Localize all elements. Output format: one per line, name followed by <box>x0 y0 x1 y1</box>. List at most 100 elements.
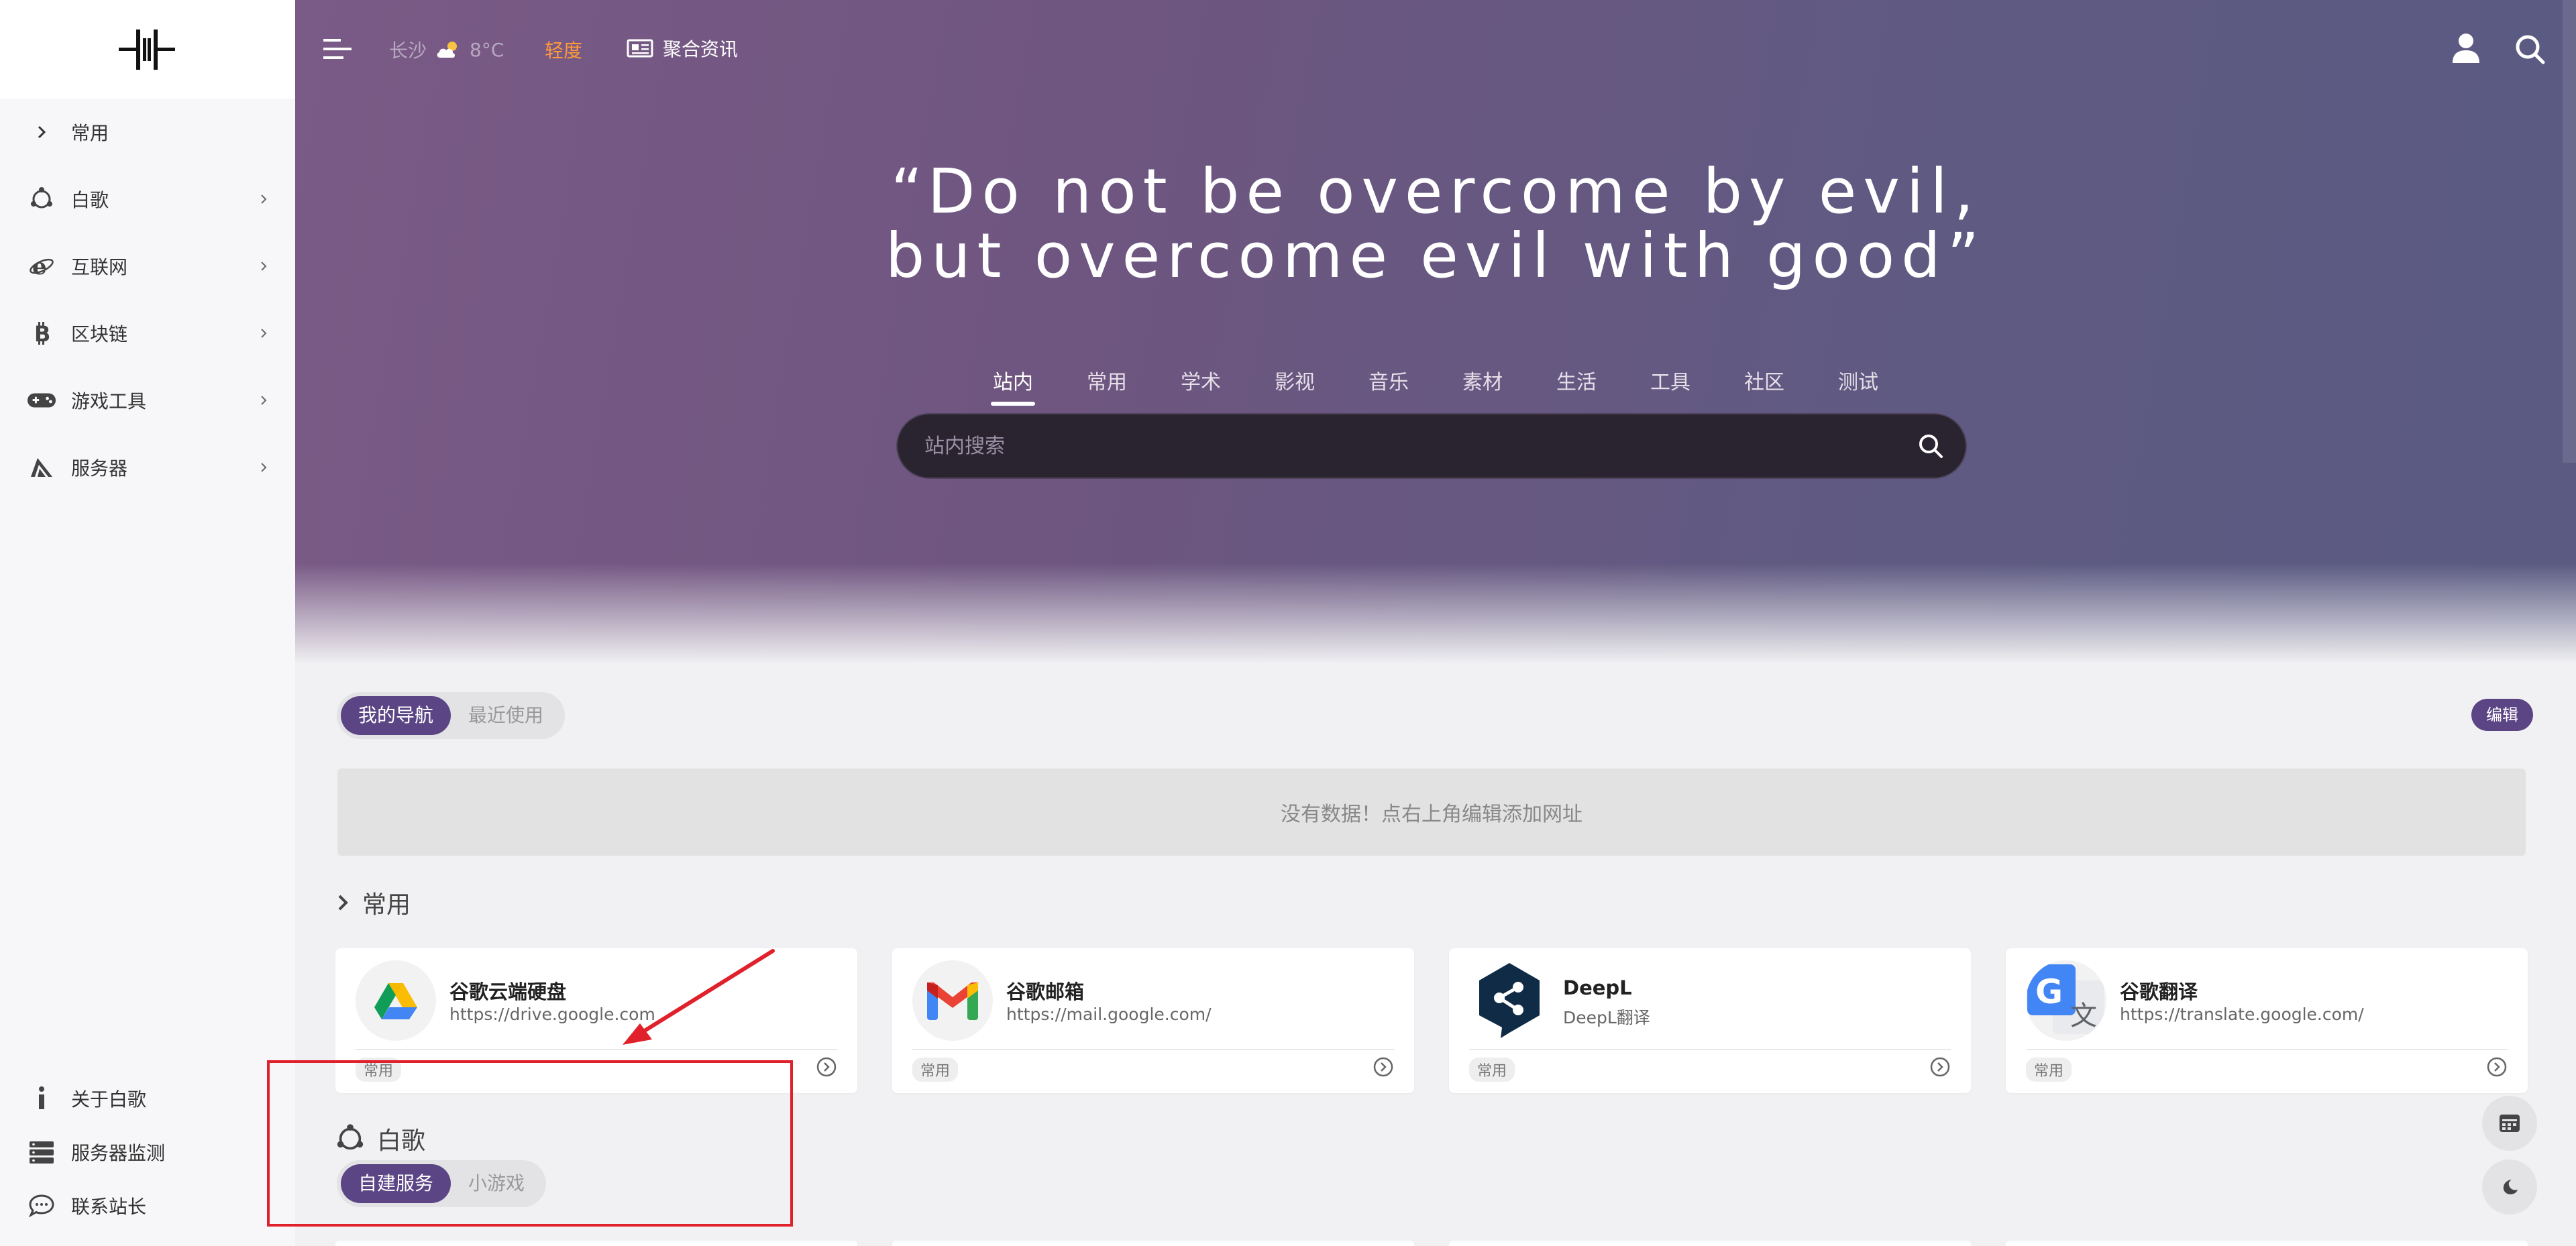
card-peek <box>892 1241 1414 1246</box>
tab-shenghuo[interactable]: 生活 <box>1529 365 1623 406</box>
hero-quote-line-1: “Do not be overcome by evil, <box>890 156 1981 227</box>
section-title-baige: 白歌 <box>334 1121 425 1156</box>
site-url: https://mail.google.com/ <box>1006 1005 1212 1024</box>
section-title-text: 白歌 <box>377 1127 426 1155</box>
site-card-gmail[interactable]: 谷歌邮箱 https://mail.google.com/ 常用 <box>892 948 1414 1093</box>
site-tag[interactable]: 常用 <box>1469 1058 1515 1082</box>
site-tag[interactable]: 常用 <box>2026 1058 2072 1082</box>
menu-toggle-icon[interactable] <box>323 38 352 60</box>
baige-tab-group: 自建服务 小游戏 <box>337 1160 547 1207</box>
newspaper-icon <box>627 39 653 58</box>
google-drive-icon <box>356 960 436 1041</box>
server-rack-icon <box>27 1137 56 1167</box>
chevron-right-icon <box>261 396 267 405</box>
sidebar-item-internet[interactable]: e 互联网 <box>0 233 295 300</box>
tab-my-nav[interactable]: 我的导航 <box>341 696 451 735</box>
main-content: 我的导航 最近使用 编辑 没有数据！点右上角编辑添加网址 常用 谷歌云端硬盘 h… <box>295 664 2576 1246</box>
calendar-button[interactable] <box>2482 1096 2537 1151</box>
sidebar-item-label: 互联网 <box>71 256 128 278</box>
hero-banner: 长沙 8°C 轻度 聚合资讯 “Do not be overcome by ev… <box>295 0 2576 664</box>
tab-sucai[interactable]: 素材 <box>1436 365 1529 406</box>
site-name: DeepL <box>1563 976 1632 999</box>
info-icon <box>27 1084 56 1113</box>
sidebar-item-label: 联系站长 <box>71 1196 147 1218</box>
tab-zhannei[interactable]: 站内 <box>966 365 1060 406</box>
weather-temperature: 8°C <box>470 38 504 61</box>
tab-shequ[interactable]: 社区 <box>1717 365 1811 406</box>
site-card-google-translate[interactable]: G 文 谷歌翻译 https://translate.google.com/ 常… <box>2006 948 2528 1093</box>
site-card-google-drive[interactable]: 谷歌云端硬盘 https://drive.google.com 常用 <box>335 948 857 1093</box>
user-icon[interactable] <box>2451 32 2481 64</box>
sidebar-item-changyong[interactable]: 常用 <box>0 99 295 166</box>
partly-cloudy-icon <box>437 42 458 58</box>
site-url: https://translate.google.com/ <box>2120 1005 2364 1024</box>
tab-recent[interactable]: 最近使用 <box>451 696 561 735</box>
dark-mode-button[interactable] <box>2482 1159 2537 1214</box>
tab-changyong[interactable]: 常用 <box>1060 365 1154 406</box>
chevron-right-icon <box>338 895 348 911</box>
sidebar-item-blockchain[interactable]: B 区块链 <box>0 300 295 367</box>
card-peek <box>335 1241 857 1246</box>
sidebar-item-label: 关于白歌 <box>71 1088 147 1111</box>
empty-state: 没有数据！点右上角编辑添加网址 <box>337 769 2526 856</box>
site-name: 谷歌云端硬盘 <box>449 980 567 1003</box>
weather-widget[interactable]: 长沙 8°C <box>389 36 504 63</box>
sidebar-item-label: 白歌 <box>71 189 109 211</box>
arrow-circle-right-icon[interactable] <box>1373 1056 1394 1078</box>
site-name: 谷歌翻译 <box>2120 980 2198 1003</box>
chevron-right-icon <box>261 194 267 204</box>
chevron-right-icon <box>261 262 267 271</box>
gamepad-icon <box>27 386 56 415</box>
sidebar-item-game-tools[interactable]: 游戏工具 <box>0 367 295 434</box>
calendar-icon <box>2500 1115 2520 1132</box>
divider <box>356 1049 837 1050</box>
section-title-text: 常用 <box>362 891 411 919</box>
search-input[interactable] <box>898 434 1916 458</box>
search-bar <box>896 413 1967 479</box>
sidebar-item-server-monitor[interactable]: 服务器监测 <box>0 1125 295 1179</box>
news-link[interactable]: 聚合资讯 <box>627 35 738 62</box>
sidebar-item-label: 游戏工具 <box>71 390 147 412</box>
ubuntu-icon <box>337 1124 364 1150</box>
hero-quote-line-2: but overcome evil with good” <box>885 220 1986 292</box>
logo[interactable] <box>0 0 295 99</box>
moon-icon <box>2503 1180 2518 1195</box>
search-icon[interactable] <box>2514 34 2545 64</box>
light-mode-link[interactable]: 轻度 <box>545 36 582 63</box>
arrow-circle-right-icon[interactable] <box>816 1056 837 1078</box>
tab-xueshu[interactable]: 学术 <box>1154 365 1248 406</box>
edit-button[interactable]: 编辑 <box>2471 699 2533 731</box>
tab-ceshi[interactable]: 测试 <box>1811 365 1905 406</box>
arrow-circle-right-icon[interactable] <box>1929 1056 1951 1078</box>
top-bar: 长沙 8°C 轻度 聚合资讯 <box>295 0 2576 101</box>
divider <box>912 1049 1394 1050</box>
sidebar-item-server[interactable]: 服务器 <box>0 434 295 501</box>
nav-tab-group: 我的导航 最近使用 <box>337 692 566 739</box>
search-submit-icon[interactable] <box>1916 431 1945 461</box>
sidebar-item-baige[interactable]: 白歌 <box>0 166 295 233</box>
sidebar-bottom-nav: 关于白歌 服务器监测 联系站长 <box>0 1072 295 1233</box>
chat-icon <box>27 1191 56 1221</box>
site-url: https://drive.google.com <box>449 1005 655 1024</box>
tab-mini-games[interactable]: 小游戏 <box>451 1164 542 1203</box>
sidebar-item-label: 常用 <box>71 122 109 144</box>
site-tag[interactable]: 常用 <box>356 1058 402 1082</box>
tab-yinyue[interactable]: 音乐 <box>1342 365 1436 406</box>
site-cards: 谷歌云端硬盘 https://drive.google.com 常用 谷歌邮箱 … <box>335 948 2533 1093</box>
sidebar-item-label: 区块链 <box>71 323 128 345</box>
arrow-circle-right-icon[interactable] <box>2486 1056 2508 1078</box>
divider <box>1469 1049 1951 1050</box>
empty-message: 没有数据！点右上角编辑添加网址 <box>1281 803 1582 826</box>
site-card-deepl[interactable]: DeepL DeepL翻译 常用 <box>1449 948 1971 1093</box>
sidebar-item-label: 服务器 <box>71 457 128 479</box>
site-tag[interactable]: 常用 <box>912 1058 959 1082</box>
sidebar-item-about[interactable]: 关于白歌 <box>0 1072 295 1125</box>
tab-gongju[interactable]: 工具 <box>1623 365 1717 406</box>
divider <box>2026 1049 2508 1050</box>
tab-yingshi[interactable]: 影视 <box>1248 365 1342 406</box>
sidebar-item-contact[interactable]: 联系站长 <box>0 1179 295 1233</box>
search-category-tabs: 站内 常用 学术 影视 音乐 素材 生活 工具 社区 测试 <box>295 365 2576 406</box>
google-translate-icon: G 文 <box>2026 960 2106 1041</box>
svg-text:文: 文 <box>2070 1001 2097 1031</box>
tab-self-hosted[interactable]: 自建服务 <box>341 1164 451 1203</box>
